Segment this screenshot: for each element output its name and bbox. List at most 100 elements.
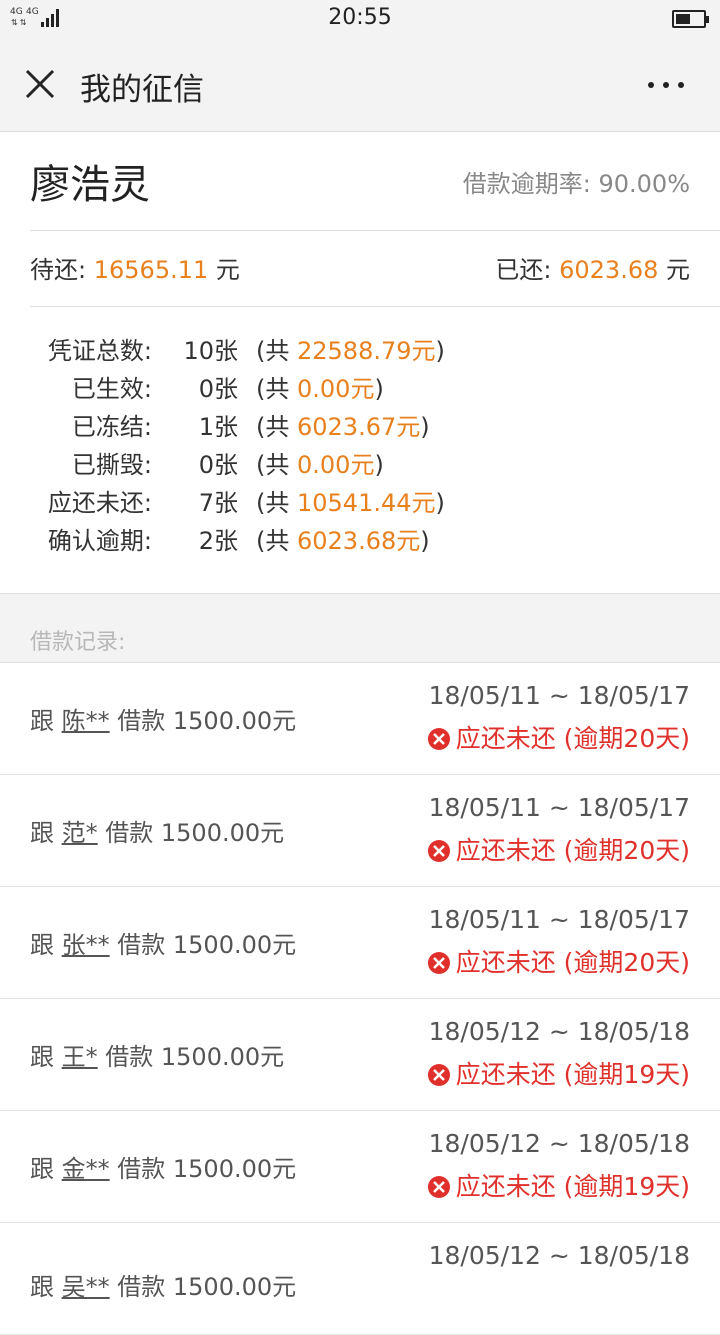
pending-value: 16565.11 (93, 256, 209, 284)
error-icon (427, 728, 450, 750)
stat-amount: 0.00元 (297, 375, 375, 403)
loan-status-text: 应还未还 (逾期20天) (455, 724, 690, 753)
loan-amount-text: 借款 1500.00元 (109, 931, 297, 959)
loan-records-list[interactable]: 跟 陈** 借款 1500.00元 18/05/11 ~ 18/05/17 应还… (0, 663, 720, 1335)
record-prefix: 跟 (30, 819, 62, 847)
loan-date-range: 18/05/11 ~ 18/05/17 (428, 905, 690, 934)
loan-date-range: 18/05/12 ~ 18/05/18 (428, 1129, 690, 1158)
loan-date-range: 18/05/12 ~ 18/05/18 (428, 1241, 690, 1270)
error-icon (427, 952, 450, 974)
lender-link[interactable]: 范* (62, 819, 98, 847)
loan-description: 跟 范* 借款 1500.00元 (30, 813, 284, 848)
loan-status-text: 应还未还 (逾期19天) (455, 1060, 690, 1089)
voucher-stats: 凭证总数: 10张 (共 22588.79元) 已生效: 0张 (共 0.00元) 已冻… (30, 332, 445, 560)
repaid-amount: 已还: 6023.68 元 (495, 250, 690, 285)
lender-link[interactable]: 吴** (62, 1273, 110, 1301)
loan-record[interactable]: 跟 吴** 借款 1500.00元 18/05/12 ~ 18/05/18 (0, 1223, 720, 1335)
stat-amount: 10541.44元 (297, 489, 436, 517)
stat-count: 10张 (183, 337, 238, 365)
stat-count: 0张 (198, 375, 238, 403)
loan-date-range: 18/05/11 ~ 18/05/17 (428, 793, 690, 822)
error-icon (427, 1064, 450, 1086)
lender-link[interactable]: 张** (62, 931, 110, 959)
record-prefix: 跟 (30, 1043, 62, 1071)
loan-amount-text: 借款 1500.00元 (109, 707, 297, 735)
stat-label: 应还未还: (47, 489, 152, 517)
stat-prefix: (共 (256, 489, 297, 517)
error-icon (427, 840, 450, 862)
battery-icon (672, 10, 709, 28)
record-prefix: 跟 (30, 1273, 62, 1301)
loan-description: 跟 金** 借款 1500.00元 (30, 1149, 296, 1184)
loan-status: 应还未还 (逾期20天) (427, 943, 690, 979)
stat-amount: 22588.79元 (297, 337, 436, 365)
divider (30, 306, 720, 307)
overdue-rate: 借款逾期率: 90.00% (463, 164, 690, 199)
loan-record[interactable]: 跟 金** 借款 1500.00元 18/05/12 ~ 18/05/18 应还… (0, 1111, 720, 1223)
repaid-value: 6023.68 (559, 256, 659, 284)
user-name: 廖浩灵 (30, 162, 150, 208)
repaid-label: 已还: (495, 256, 552, 284)
stat-row: 应还未还: 7张 (共 10541.44元) (30, 484, 445, 522)
stat-row: 已生效: 0张 (共 0.00元) (30, 370, 445, 408)
loan-description: 跟 张** 借款 1500.00元 (30, 925, 296, 960)
record-prefix: 跟 (30, 1155, 62, 1183)
more-menu-icon[interactable] (648, 82, 686, 90)
loan-status: 应还未还 (逾期20天) (427, 831, 690, 867)
stat-suffix: ) (374, 375, 384, 403)
records-title: 借款记录: (30, 630, 126, 655)
stat-suffix: ) (435, 337, 445, 365)
stat-label: 已冻结: (71, 413, 152, 441)
stat-label: 已撕毁: (71, 451, 152, 479)
close-icon[interactable] (25, 69, 55, 99)
stat-label: 已生效: (71, 375, 152, 403)
stat-prefix: (共 (256, 527, 297, 555)
loan-status: 应还未还 (逾期19天) (427, 1055, 690, 1091)
loan-description: 跟 陈** 借款 1500.00元 (30, 701, 296, 736)
loan-description: 跟 吴** 借款 1500.00元 (30, 1267, 296, 1302)
loan-description: 跟 王* 借款 1500.00元 (30, 1037, 284, 1072)
credit-summary: 廖浩灵 借款逾期率: 90.00% 待还: 16565.11 元 已还: 602… (0, 132, 720, 593)
status-bar: 4G 4G ⇅⇅ 20:55 (0, 0, 720, 38)
loan-amount-text: 借款 1500.00元 (109, 1273, 297, 1301)
loan-record[interactable]: 跟 范* 借款 1500.00元 18/05/11 ~ 18/05/17 应还未… (0, 775, 720, 887)
loan-status: 应还未还 (逾期20天) (427, 719, 690, 755)
stat-prefix: (共 (256, 451, 297, 479)
lender-link[interactable]: 金** (62, 1155, 110, 1183)
stat-amount: 6023.67元 (297, 413, 421, 441)
stat-prefix: (共 (256, 375, 297, 403)
records-section-header: 借款记录: (0, 593, 720, 663)
divider (30, 230, 720, 231)
title-bar: 我的征信 (0, 38, 720, 132)
record-prefix: 跟 (30, 931, 62, 959)
lender-link[interactable]: 王* (62, 1043, 98, 1071)
loan-amount-text: 借款 1500.00元 (97, 1043, 285, 1071)
stat-amount: 0.00元 (297, 451, 375, 479)
loan-amount-text: 借款 1500.00元 (109, 1155, 297, 1183)
overdue-rate-label: 借款逾期率: (462, 170, 591, 198)
repaid-unit: 元 (666, 256, 690, 284)
stat-label: 凭证总数: (47, 337, 152, 365)
stat-prefix: (共 (256, 337, 297, 365)
stat-suffix: ) (374, 451, 384, 479)
loan-record[interactable]: 跟 陈** 借款 1500.00元 18/05/11 ~ 18/05/17 应还… (0, 663, 720, 775)
loan-date-range: 18/05/12 ~ 18/05/18 (428, 1017, 690, 1046)
loan-date-range: 18/05/11 ~ 18/05/17 (428, 681, 690, 710)
loan-status-text: 应还未还 (逾期20天) (455, 948, 690, 977)
stat-count: 1张 (198, 413, 238, 441)
stat-suffix: ) (435, 489, 445, 517)
pending-amount: 待还: 16565.11 元 (30, 250, 240, 285)
loan-record[interactable]: 跟 张** 借款 1500.00元 18/05/11 ~ 18/05/17 应还… (0, 887, 720, 999)
lender-link[interactable]: 陈** (62, 707, 110, 735)
loan-amount-text: 借款 1500.00元 (97, 819, 285, 847)
stat-row: 确认逾期: 2张 (共 6023.68元) (30, 522, 445, 560)
loan-record[interactable]: 跟 王* 借款 1500.00元 18/05/12 ~ 18/05/18 应还未… (0, 999, 720, 1111)
loan-status-text: 应还未还 (逾期19天) (455, 1172, 690, 1201)
pending-label: 待还: (30, 256, 87, 284)
loan-status-text: 应还未还 (逾期20天) (455, 836, 690, 865)
stat-row: 凭证总数: 10张 (共 22588.79元) (30, 332, 445, 370)
stat-count: 2张 (198, 527, 238, 555)
pending-unit: 元 (215, 256, 240, 284)
overdue-rate-value: 90.00% (598, 170, 690, 198)
stat-row: 已冻结: 1张 (共 6023.67元) (30, 408, 445, 446)
